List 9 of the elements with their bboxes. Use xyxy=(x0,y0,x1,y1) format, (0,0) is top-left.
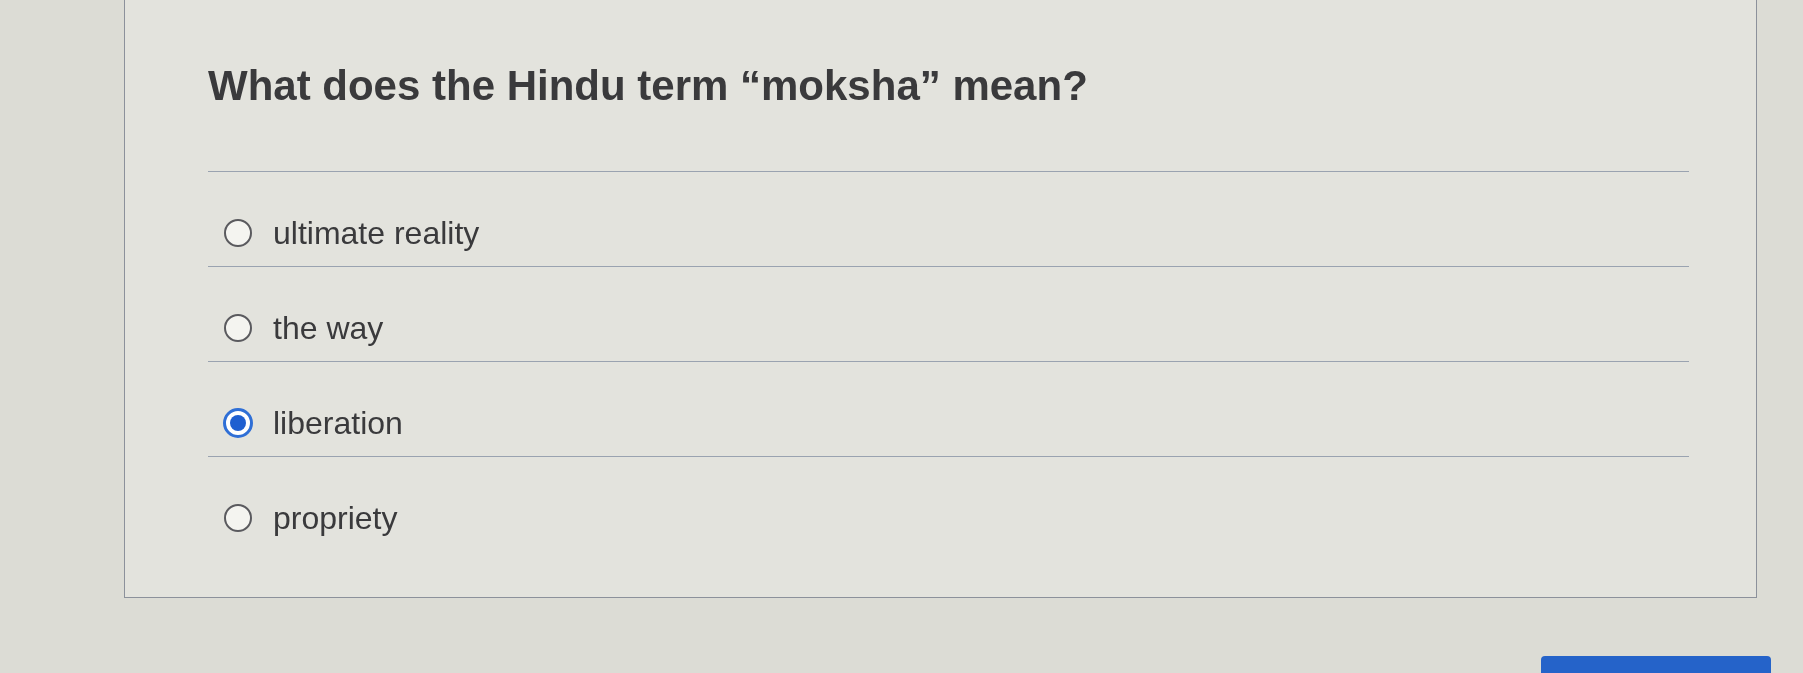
radio-button[interactable] xyxy=(223,503,253,533)
radio-button[interactable] xyxy=(223,218,253,248)
option-label[interactable]: ultimate reality xyxy=(273,216,480,250)
radio-button[interactable] xyxy=(223,313,253,343)
question-text: What does the Hindu term “moksha” mean? xyxy=(208,62,1089,110)
radio-button[interactable] xyxy=(223,408,253,438)
option-label[interactable]: liberation xyxy=(273,406,403,440)
option-label[interactable]: the way xyxy=(273,311,384,345)
option-label[interactable]: propriety xyxy=(273,501,398,535)
